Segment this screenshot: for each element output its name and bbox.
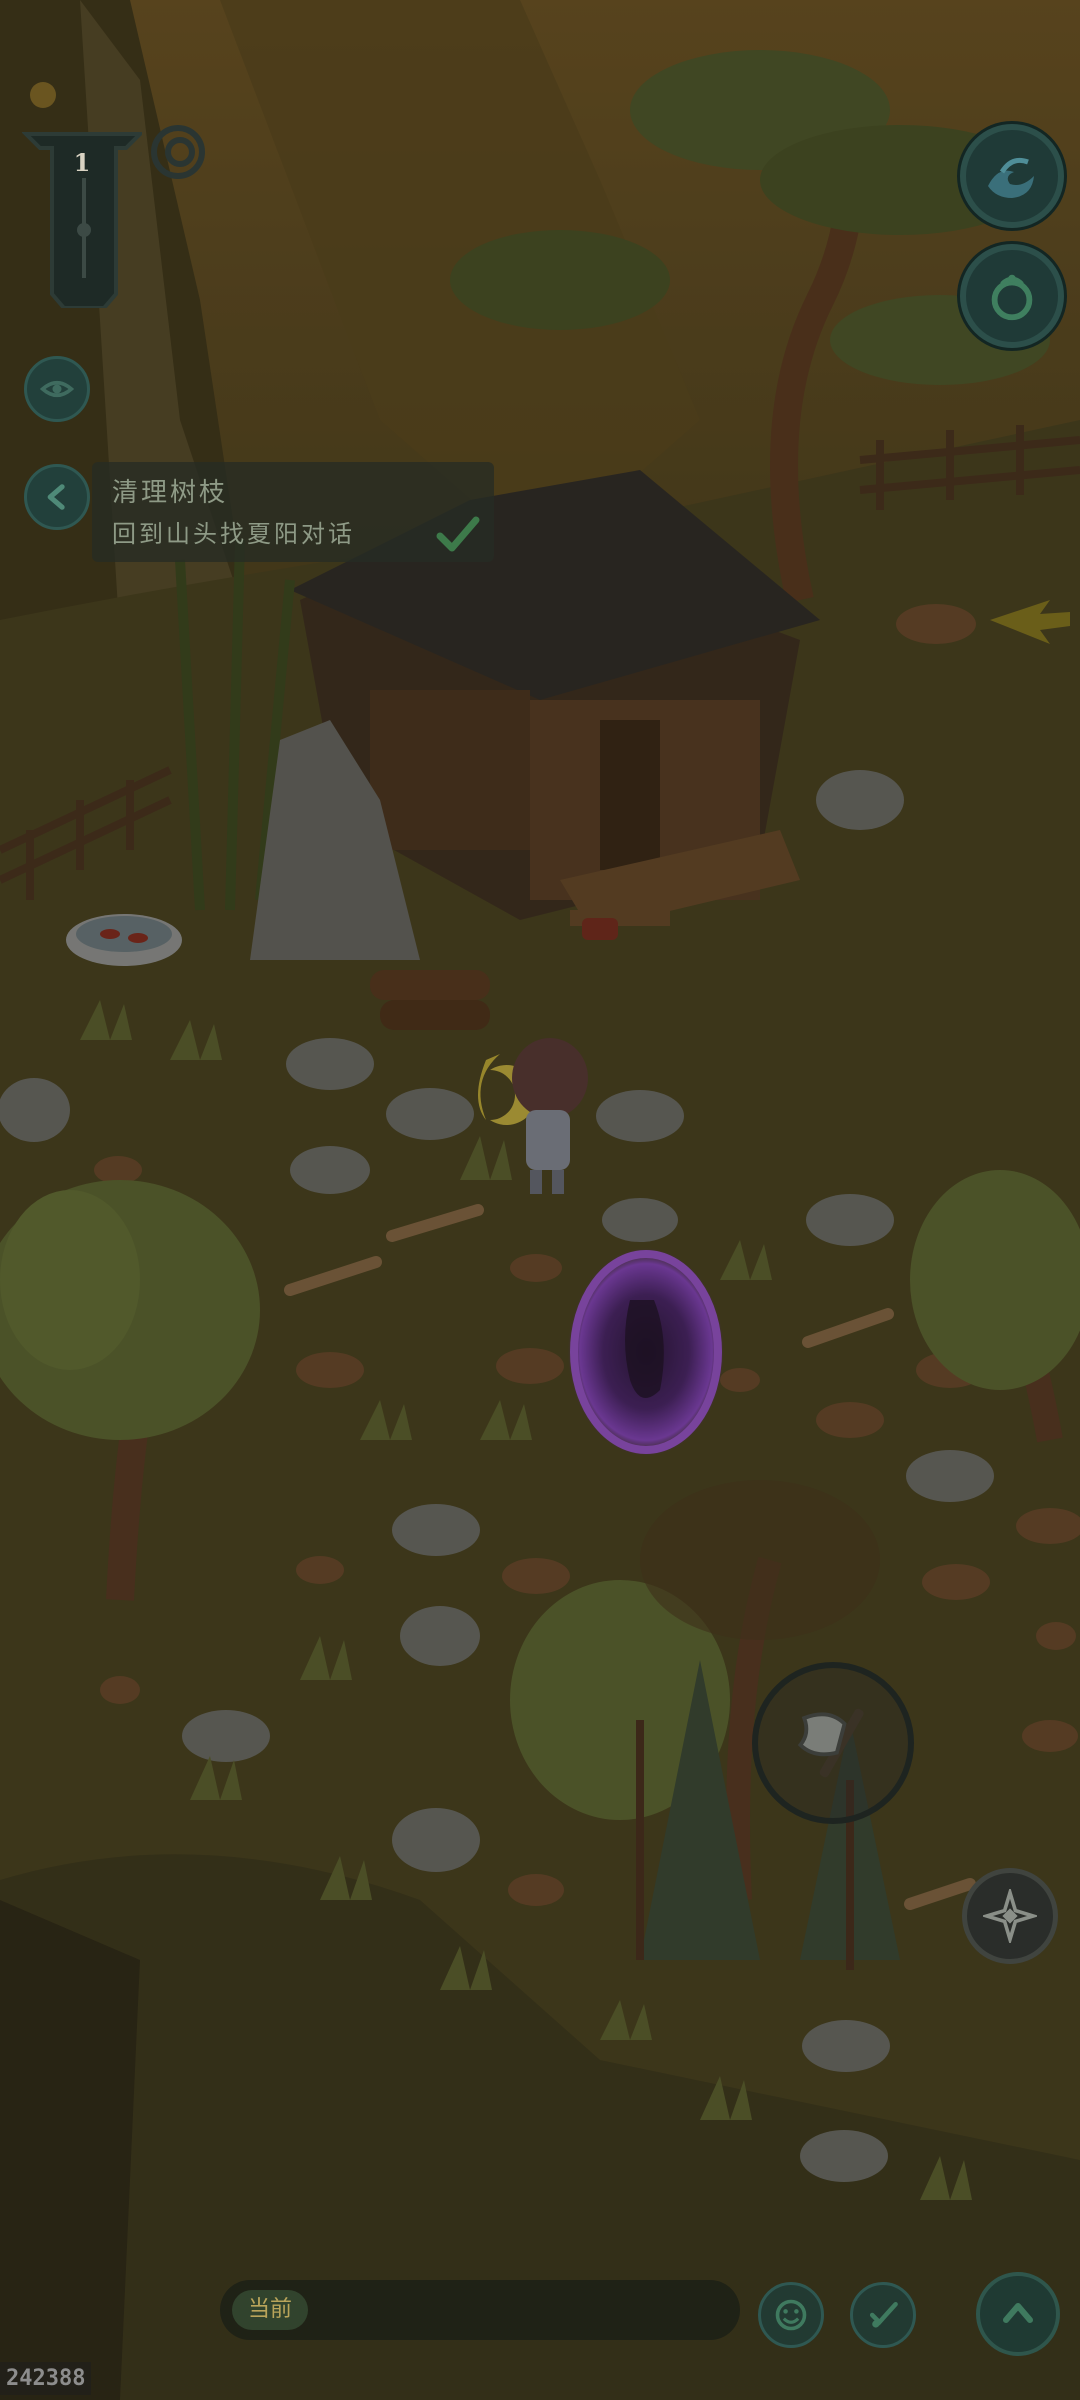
back-arrow-icon <box>47 484 65 510</box>
interact-button[interactable] <box>962 1868 1058 1964</box>
quest-tracker[interactable]: 清理树枝 回到山头找夏阳对话 <box>92 462 494 562</box>
check-icon <box>436 516 480 552</box>
chop-action-button[interactable] <box>752 1662 914 1824</box>
chevron-up-icon <box>1003 2303 1033 2323</box>
compass-star-icon <box>983 1889 1037 1943</box>
skills-button[interactable] <box>960 124 1064 228</box>
chat-bar[interactable]: 当前 <box>220 2280 740 2340</box>
emoji-icon <box>775 2299 807 2331</box>
quest-description: 回到山头找夏阳对话 <box>112 520 355 548</box>
view-toggle-button[interactable] <box>24 356 90 422</box>
build-id: 242388 <box>0 2362 92 2395</box>
bag-icon <box>991 274 1033 321</box>
draw-button[interactable] <box>850 2282 916 2348</box>
expand-chat-button[interactable] <box>976 2272 1060 2356</box>
dim-overlay <box>0 0 1080 2400</box>
inventory-button[interactable] <box>960 244 1064 348</box>
quest-title: 清理树枝 <box>112 478 229 508</box>
collapse-quest-button[interactable] <box>24 464 90 530</box>
currency-dot <box>30 82 56 108</box>
emoji-button[interactable] <box>758 2282 824 2348</box>
game-screen: 1 清理树枝 回到山头找夏阳对话 当前 242388 <box>0 0 1080 2400</box>
axe-icon <box>797 1708 864 1778</box>
eye-icon <box>39 380 75 398</box>
spiral-icon[interactable] <box>148 122 208 182</box>
level-number: 1 <box>73 148 91 177</box>
game-world <box>0 0 1080 2400</box>
level-totem[interactable] <box>22 118 142 308</box>
chat-channel-label[interactable]: 当前 <box>232 2290 309 2330</box>
wave-icon <box>988 157 1034 198</box>
brush-icon <box>869 2301 898 2328</box>
